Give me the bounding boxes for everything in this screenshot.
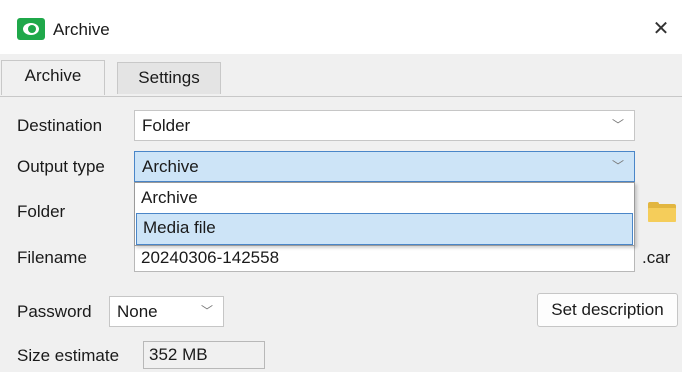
size-estimate-label: Size estimate <box>17 346 120 365</box>
chevron-down-icon: ﹀ <box>611 118 624 132</box>
output-type-select[interactable]: Archive ﹀ <box>134 151 635 182</box>
dropdown-option-media-file[interactable]: Media file <box>136 213 633 245</box>
tab-settings[interactable]: Settings <box>117 62 221 94</box>
filename-input[interactable]: 20240306-142558 <box>134 244 635 272</box>
close-button[interactable]: ✕ <box>646 14 676 44</box>
chevron-down-icon: ﹀ <box>200 304 213 318</box>
filename-value: 20240306-142558 <box>141 248 280 267</box>
tab-archive[interactable]: Archive <box>1 60 105 95</box>
password-select[interactable]: None ﹀ <box>109 296 224 327</box>
filename-label: Filename <box>17 248 87 267</box>
filename-extension: .car <box>642 248 671 267</box>
password-value: None <box>117 302 158 321</box>
output-type-value: Archive <box>142 157 199 176</box>
set-description-button[interactable]: Set description <box>537 293 678 327</box>
folder-label: Folder <box>17 202 66 221</box>
folder-icon[interactable] <box>648 202 676 222</box>
chevron-down-icon: ﹀ <box>611 159 624 173</box>
output-type-label: Output type <box>17 157 105 176</box>
destination-value: Folder <box>142 116 191 135</box>
password-label: Password <box>17 302 92 321</box>
tab-bar: Archive Settings <box>0 54 682 97</box>
destination-label: Destination <box>17 116 103 135</box>
window-title: Archive <box>53 20 110 39</box>
size-estimate-value: 352 MB <box>143 341 265 369</box>
destination-select[interactable]: Folder ﹀ <box>134 110 635 141</box>
dropdown-option-archive[interactable]: Archive <box>135 183 634 213</box>
title-bar: Archive ✕ <box>0 0 682 54</box>
output-type-dropdown: Archive Media file <box>134 182 635 246</box>
eye-icon <box>17 18 45 40</box>
